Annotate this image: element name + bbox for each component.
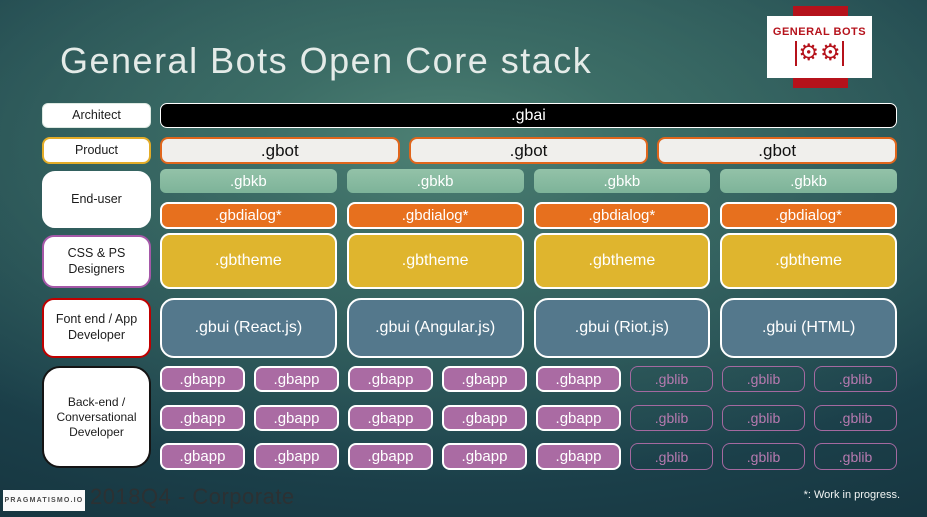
gbot-box: .gbot	[160, 137, 400, 164]
gbdialog-box: .gbdialog*	[160, 202, 337, 229]
row-gbdialog: .gbdialog* .gbdialog* .gbdialog* .gbdial…	[160, 202, 897, 229]
pragmatismo-watermark: PRAGMATISMO.IO	[3, 490, 85, 511]
gbkb-box: .gbkb	[346, 169, 524, 193]
general-bots-logo: GENERAL BOTS ⚙ ⚙	[767, 16, 872, 78]
gblib-box: .gblib	[814, 443, 897, 470]
gbapp-box: .gbapp	[536, 366, 621, 392]
gbui-react-box: .gbui (React.js)	[160, 298, 337, 358]
row-gbapp-2: .gbapp .gbapp .gbapp .gbapp .gbapp .gbli…	[160, 405, 897, 431]
row-label-product: Product	[42, 137, 151, 164]
gbui-angular-box: .gbui (Angular.js)	[346, 298, 524, 358]
gears-icon: ⚙ ⚙	[794, 39, 845, 69]
gear-icon: ⚙	[798, 40, 819, 66]
page-title: General Bots Open Core stack	[60, 40, 593, 81]
slide: General Bots Open Core stack GENERAL BOT…	[0, 0, 927, 517]
row-gbtheme: .gbtheme .gbtheme .gbtheme .gbtheme	[160, 233, 897, 289]
gbot-box: .gbot	[657, 137, 898, 164]
gbdialog-box: .gbdialog*	[720, 202, 897, 229]
gbtheme-box: .gbtheme	[533, 233, 711, 289]
row-label-end-user: End-user	[42, 171, 151, 228]
gbapp-box: .gbapp	[348, 405, 433, 431]
row-label-frontend-app-developer: Font end / App Developer	[42, 298, 151, 358]
logo-brand-text: GENERAL BOTS	[772, 25, 867, 38]
gbtheme-box: .gbtheme	[346, 233, 524, 289]
gbai-box: .gbai	[160, 103, 897, 128]
work-in-progress-note: *: Work in progress.	[803, 489, 900, 501]
gbapp-box: .gbapp	[348, 443, 433, 470]
gbdialog-box: .gbdialog*	[533, 202, 711, 229]
row-gbai: .gbai	[160, 103, 897, 128]
row-gbapp-3: .gbapp .gbapp .gbapp .gbapp .gbapp .gbli…	[160, 443, 897, 470]
gbkb-box: .gbkb	[533, 169, 711, 193]
gbtheme-box: .gbtheme	[160, 233, 337, 289]
gbtheme-box: .gbtheme	[720, 233, 897, 289]
slide-caption: 2018Q4 - Corporate	[90, 484, 295, 509]
row-label-architect: Architect	[42, 103, 151, 128]
gbapp-box: .gbapp	[536, 405, 621, 431]
gbapp-box: .gbapp	[254, 405, 339, 431]
gbui-riot-box: .gbui (Riot.js)	[533, 298, 711, 358]
gbapp-box: .gbapp	[442, 405, 527, 431]
gbapp-box: .gbapp	[254, 443, 339, 470]
gbapp-box: .gbapp	[442, 366, 527, 392]
gbui-html-box: .gbui (HTML)	[720, 298, 897, 358]
gblib-box: .gblib	[814, 366, 897, 392]
gbapp-box: .gbapp	[160, 405, 245, 431]
gblib-box: .gblib	[722, 366, 805, 392]
gblib-box: .gblib	[630, 405, 713, 431]
row-gbui: .gbui (React.js) .gbui (Angular.js) .gbu…	[160, 298, 897, 358]
row-gbkb: .gbkb .gbkb .gbkb .gbkb	[160, 169, 897, 193]
gear-icon: ⚙	[820, 40, 841, 66]
gblib-box: .gblib	[722, 443, 805, 470]
gblib-box: .gblib	[722, 405, 805, 431]
gbkb-box: .gbkb	[160, 169, 337, 193]
gbapp-box: .gbapp	[160, 366, 245, 392]
gbapp-box: .gbapp	[348, 366, 433, 392]
axle-line-icon	[841, 41, 845, 66]
axle-line-icon	[794, 41, 798, 66]
row-label-css-ps-designers: CSS & PS Designers	[42, 235, 151, 288]
row-gbapp-1: .gbapp .gbapp .gbapp .gbapp .gbapp .gbli…	[160, 366, 897, 392]
gbot-box: .gbot	[408, 137, 649, 164]
row-label-backend-conversational-developer: Back-end / Conversational Developer	[42, 366, 151, 468]
gbapp-box: .gbapp	[254, 366, 339, 392]
gblib-box: .gblib	[630, 443, 713, 470]
gbkb-box: .gbkb	[720, 169, 897, 193]
gbapp-box: .gbapp	[536, 443, 621, 470]
gbdialog-box: .gbdialog*	[346, 202, 524, 229]
gbapp-box: .gbapp	[442, 443, 527, 470]
gblib-box: .gblib	[814, 405, 897, 431]
row-gbot: .gbot .gbot .gbot	[160, 137, 898, 164]
gblib-box: .gblib	[630, 366, 713, 392]
gbapp-box: .gbapp	[160, 443, 245, 470]
